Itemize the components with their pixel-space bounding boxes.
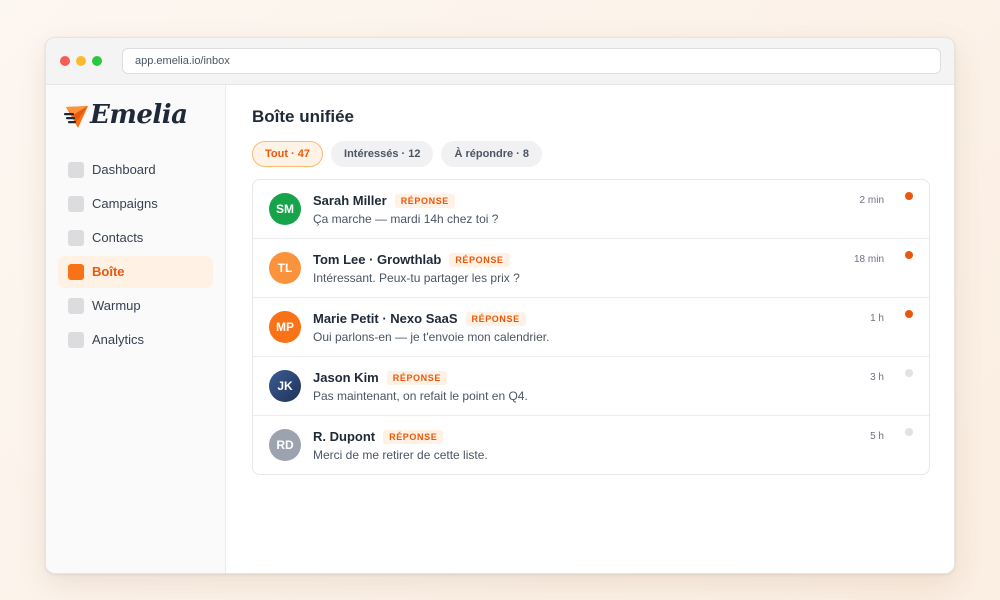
minimize-window-button[interactable] <box>76 56 86 66</box>
sidebar: Emelia Dashboard Campaigns Contacts Boît… <box>46 85 226 573</box>
page-title: Boîte unifiée <box>252 107 355 126</box>
sidebar-nav: Dashboard Campaigns Contacts Boîte Warmu… <box>58 154 213 358</box>
reply-badge: RÉPONSE <box>386 370 447 385</box>
sender-name: Sarah Miller <box>313 193 387 208</box>
browser-titlebar: app.emelia.io/inbox <box>46 38 954 85</box>
message-header: Tom Lee · Growthlab RÉPONSE <box>313 252 510 267</box>
unread-dot-icon <box>905 251 913 259</box>
filter-chip-interested[interactable]: Intéressés · 12 <box>331 141 434 167</box>
message-row[interactable]: JK Jason Kim RÉPONSE Pas maintenant, on … <box>253 357 929 416</box>
message-row[interactable]: SM Sarah Miller RÉPONSE Ça marche — mard… <box>253 180 929 239</box>
avatar: SM <box>269 193 301 225</box>
campaigns-icon <box>68 196 84 212</box>
message-time: 2 min <box>859 195 884 206</box>
sidebar-item-label: Analytics <box>92 332 145 347</box>
sender-name: Marie Petit · Nexo SaaS <box>313 311 458 326</box>
sidebar-item-analytics[interactable]: Analytics <box>58 324 213 356</box>
message-row[interactable]: RD R. Dupont RÉPONSE Merci de me retirer… <box>253 416 929 474</box>
message-header: R. Dupont RÉPONSE <box>313 429 444 444</box>
unread-dot-icon <box>905 310 913 318</box>
sender-name: R. Dupont <box>313 429 376 444</box>
address-bar[interactable]: app.emelia.io/inbox <box>122 48 941 74</box>
warmup-icon <box>68 298 84 314</box>
sidebar-item-campaigns[interactable]: Campaigns <box>58 188 213 220</box>
message-header: Jason Kim RÉPONSE <box>313 370 447 385</box>
message-time: 1 h <box>870 313 884 324</box>
sidebar-item-contacts[interactable]: Contacts <box>58 222 213 254</box>
filter-tabs: Tout · 47 Intéressés · 12 À répondre · 8 <box>252 141 543 167</box>
sidebar-item-label: Campaigns <box>92 196 158 211</box>
main-content: Boîte unifiée Tout · 47 Intéressés · 12 … <box>226 85 954 573</box>
inbox-icon <box>68 264 84 280</box>
message-header: Sarah Miller RÉPONSE <box>313 193 455 208</box>
message-preview: Intéressant. Peux-tu partager les prix ? <box>313 271 520 285</box>
unread-dot-icon <box>905 192 913 200</box>
reply-badge: RÉPONSE <box>465 311 526 326</box>
sidebar-item-warmup[interactable]: Warmup <box>58 290 213 322</box>
dashboard-icon <box>68 162 84 178</box>
message-header: Marie Petit · Nexo SaaS RÉPONSE <box>313 311 526 326</box>
sidebar-item-dashboard[interactable]: Dashboard <box>58 154 213 186</box>
message-row[interactable]: MP Marie Petit · Nexo SaaS RÉPONSE Oui p… <box>253 298 929 357</box>
avatar: JK <box>269 370 301 402</box>
message-preview: Oui parlons-en — je t'envoie mon calendr… <box>313 330 550 344</box>
filter-chip-all[interactable]: Tout · 47 <box>252 141 324 167</box>
paper-plane-logo-icon <box>64 106 88 128</box>
reply-badge: RÉPONSE <box>394 193 455 208</box>
contacts-icon <box>68 230 84 246</box>
message-time: 3 h <box>870 372 884 383</box>
reply-badge: RÉPONSE <box>449 252 510 267</box>
sidebar-item-inbox[interactable]: Boîte <box>58 256 213 288</box>
message-list: SM Sarah Miller RÉPONSE Ça marche — mard… <box>252 179 930 475</box>
sender-name: Tom Lee · Growthlab <box>313 252 442 267</box>
sidebar-item-label: Contacts <box>92 230 144 245</box>
analytics-icon <box>68 332 84 348</box>
read-dot-icon <box>905 428 913 436</box>
emelia-logo[interactable]: Emelia <box>64 100 188 132</box>
message-row[interactable]: TL Tom Lee · Growthlab RÉPONSE Intéressa… <box>253 239 929 298</box>
message-time: 18 min <box>853 254 884 265</box>
close-window-button[interactable] <box>60 56 70 66</box>
sidebar-item-label: Dashboard <box>92 162 156 177</box>
message-preview: Pas maintenant, on refait le point en Q4… <box>313 389 528 403</box>
message-time: 5 h <box>870 431 884 442</box>
browser-window: app.emelia.io/inbox Emelia Dashboard Cam… <box>45 37 955 574</box>
maximize-window-button[interactable] <box>92 56 102 66</box>
logo-text: Emelia <box>90 100 188 130</box>
read-dot-icon <box>905 369 913 377</box>
message-preview: Ça marche — mardi 14h chez toi ? <box>313 212 499 226</box>
sidebar-item-label: Warmup <box>92 298 141 313</box>
filter-chip-to-reply[interactable]: À répondre · 8 <box>441 141 543 167</box>
reply-badge: RÉPONSE <box>383 429 444 444</box>
avatar: RD <box>269 429 301 461</box>
avatar: TL <box>269 252 301 284</box>
message-preview: Merci de me retirer de cette liste. <box>313 448 488 462</box>
avatar: MP <box>269 311 301 343</box>
sidebar-item-label: Boîte <box>92 264 125 279</box>
sender-name: Jason Kim <box>313 370 379 385</box>
